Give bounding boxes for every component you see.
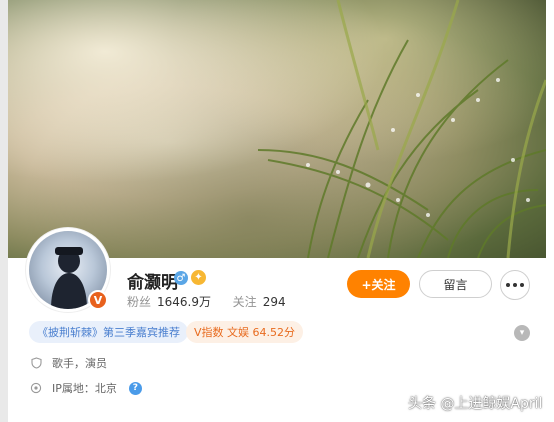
- v-index-tag[interactable]: V指数 文娱 64.52分: [186, 321, 304, 343]
- following-value: 294: [262, 295, 286, 309]
- fans-label: 粉丝: [127, 295, 152, 309]
- following-label: 关注: [232, 295, 257, 309]
- message-button[interactable]: 留言: [419, 270, 492, 298]
- ip-location-text: IP属地：北京: [52, 382, 117, 395]
- gender-male-icon: ♂: [174, 271, 188, 285]
- profile-page: V 俞灏明 ♂ ✦ 粉丝 1646.9万 关注 294 +关注 留言 《披荆斩棘》第…: [0, 0, 554, 422]
- following-stat[interactable]: 关注 294: [233, 295, 286, 309]
- fans-value: 1646.9万: [157, 295, 212, 309]
- show-recommend-tag[interactable]: 《披荆斩棘》第三季嘉宾推荐: [29, 321, 188, 343]
- chevron-down-icon[interactable]: ▾: [514, 325, 530, 341]
- ip-location-row: IP属地：北京 ?: [30, 380, 142, 396]
- fans-stat[interactable]: 粉丝 1646.9万: [127, 295, 215, 309]
- follow-button[interactable]: +关注: [347, 270, 410, 298]
- help-icon[interactable]: ?: [128, 381, 142, 395]
- profile-stats: 粉丝 1646.9万 关注 294: [127, 293, 286, 310]
- cover-image: [8, 0, 546, 258]
- level-badge-icon: ✦: [191, 270, 206, 285]
- left-gutter: [0, 0, 8, 422]
- shield-icon: [30, 357, 42, 369]
- more-dots-icon[interactable]: [500, 270, 530, 300]
- watermark-text: 头条 @上进鲸娱April: [408, 396, 543, 412]
- grass-illustration: [257, 0, 546, 258]
- profession-text: 歌手，演员: [52, 357, 107, 370]
- profile-name: 俞灏明: [127, 273, 178, 293]
- profession-row: 歌手，演员: [30, 355, 107, 371]
- location-icon: [30, 382, 42, 394]
- verified-badge-icon: V: [88, 290, 108, 310]
